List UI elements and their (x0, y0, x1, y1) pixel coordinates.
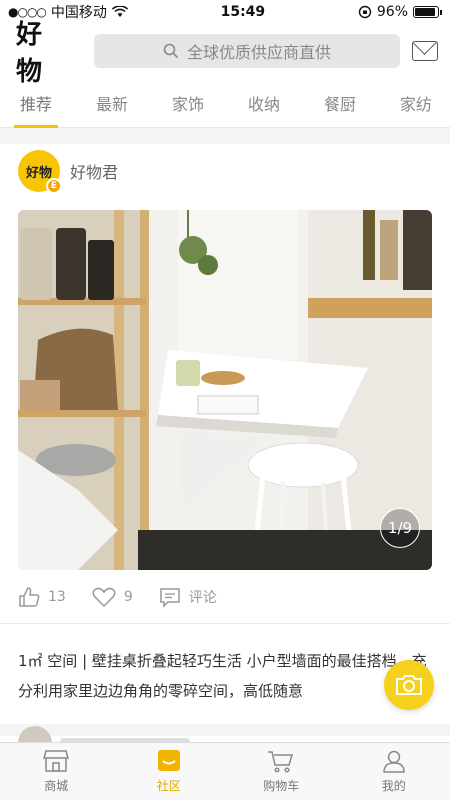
wifi-icon (111, 6, 128, 17)
comment-button[interactable]: 评论 (159, 586, 217, 608)
nav-cart[interactable]: 购物车 (225, 743, 338, 800)
post-description[interactable]: 1㎡ 空间 | 壁挂桌折叠起轻巧生活 小户型墙面的最佳搭档，充分利用家里边边角角… (0, 624, 450, 720)
tab-latest[interactable]: 最新 (96, 78, 128, 128)
thumbs-up-icon (19, 586, 40, 607)
store-icon (43, 750, 70, 772)
tab-kitchen[interactable]: 餐厨 (324, 78, 356, 128)
message-icon[interactable] (412, 41, 438, 61)
favorite-count: 9 (123, 588, 133, 605)
post-image[interactable]: 1/9 (18, 210, 432, 570)
search-icon (163, 43, 179, 59)
section-divider (0, 128, 450, 144)
like-count: 13 (48, 588, 66, 605)
nav-community-label: 社区 (156, 779, 181, 793)
app-screen: ●○○○ 中国移动 15:49 96% 好 物 全球优质供应商直供 推荐 最新 … (0, 0, 450, 800)
community-icon (157, 750, 180, 771)
rotation-lock-icon (358, 5, 372, 19)
bottom-nav: 商城 社区 购物车 我的 (0, 742, 450, 800)
battery-percent: 96% (376, 4, 408, 20)
post-actions: 13 9 评论 (0, 570, 450, 624)
heart-icon (92, 587, 116, 607)
battery-icon (413, 6, 439, 18)
author-avatar[interactable]: 好物 E (18, 150, 62, 194)
avatar-badge: E (46, 178, 62, 194)
tab-recommend[interactable]: 推荐 (13, 78, 59, 128)
camera-icon (396, 675, 422, 695)
like-button[interactable]: 13 (18, 586, 66, 608)
profile-icon (382, 750, 405, 773)
section-divider (0, 724, 450, 736)
search-bar[interactable]: 全球优质供应商直供 (94, 34, 400, 68)
author-name[interactable]: 好物君 (70, 159, 118, 183)
camera-button[interactable] (384, 660, 434, 710)
top-header: 好 物 全球优质供应商直供 (0, 20, 450, 87)
comment-icon (160, 587, 180, 608)
clock: 15:49 (220, 4, 266, 20)
comment-label: 评论 (188, 589, 217, 606)
feed-post: 好物 E 好物君 1/9 13 9 评论 (0, 144, 450, 624)
nav-cart-label: 购物车 (263, 779, 300, 793)
nav-store[interactable]: 商城 (0, 743, 113, 800)
image-counter: 1/9 (380, 508, 420, 548)
category-tabs: 推荐 最新 家饰 收纳 餐厨 家纺 (0, 78, 450, 128)
nav-community[interactable]: 社区 (113, 743, 226, 800)
nav-profile-label: 我的 (381, 779, 406, 793)
cart-icon (268, 751, 294, 773)
tab-textiles[interactable]: 家纺 (400, 78, 432, 128)
nav-profile[interactable]: 我的 (338, 743, 450, 800)
search-placeholder: 全球优质供应商直供 (186, 43, 331, 62)
avatar-text: 好物 (25, 165, 52, 181)
tab-storage[interactable]: 收纳 (248, 78, 280, 128)
post-image-illustration (18, 210, 432, 570)
nav-store-label: 商城 (44, 779, 69, 793)
favorite-button[interactable]: 9 (92, 586, 133, 608)
tab-home-decor[interactable]: 家饰 (172, 78, 204, 128)
post-author[interactable]: 好物 E 好物君 (18, 144, 432, 198)
